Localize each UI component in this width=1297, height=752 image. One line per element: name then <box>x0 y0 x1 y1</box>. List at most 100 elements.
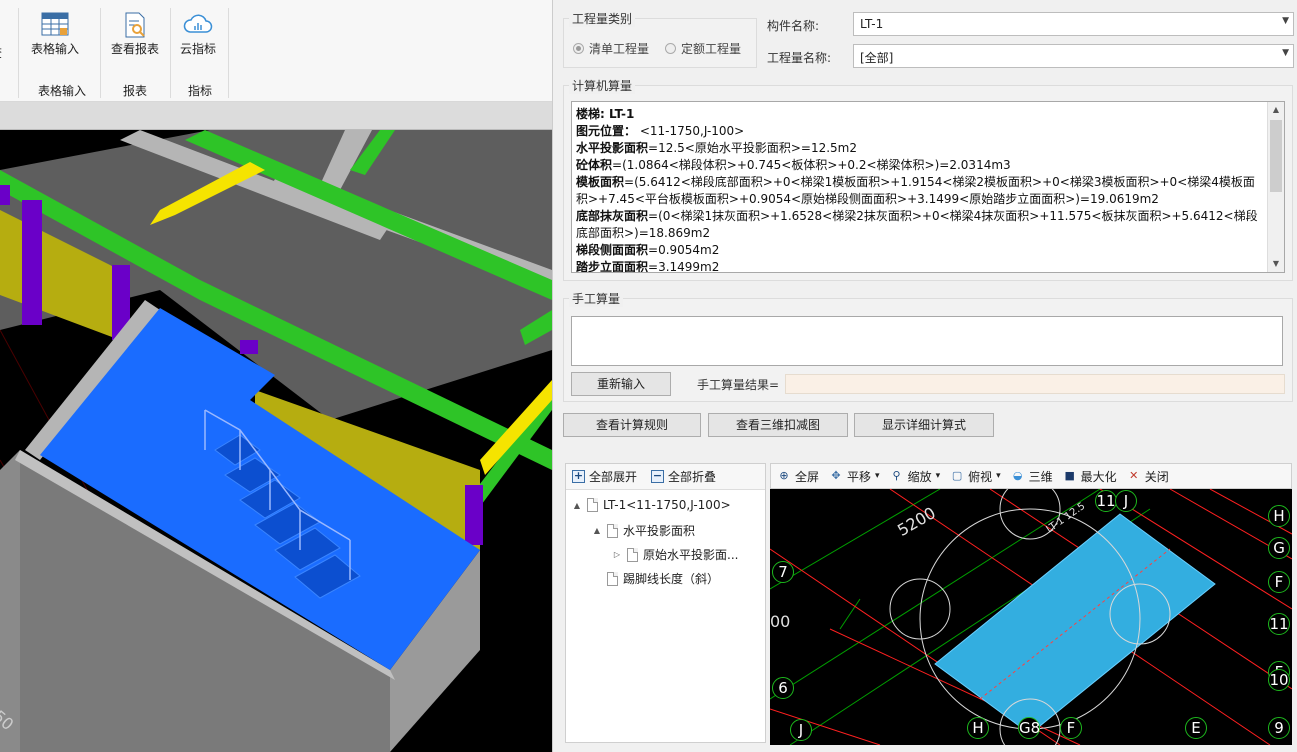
ribbon-separator <box>228 8 229 98</box>
tree-node-label: LT-1<11-1750,J-100> <box>603 498 731 512</box>
view2d-close-button[interactable]: ✕ 关闭 <box>1127 468 1169 485</box>
radio-bill-quantity[interactable]: 清单工程量 <box>573 40 649 57</box>
axis-label: H <box>967 717 989 739</box>
axis-label: H <box>1268 505 1290 527</box>
quantity-name-select[interactable]: [全部] ▼ <box>853 44 1294 68</box>
pan-icon: ✥ <box>831 469 841 482</box>
view2d-pan-button[interactable]: ✥ 平移 ▾ <box>829 468 880 485</box>
view2d-fullscreen-button[interactable]: ⊕ 全屏 <box>777 468 819 485</box>
calc-legend: 计算机算量 <box>569 77 636 94</box>
calc-line: 踏步立面面积=3.1499m2 <box>576 259 1264 273</box>
calc-line-key: 砼体积 <box>576 158 613 172</box>
scroll-down-icon[interactable]: ▼ <box>1268 256 1284 272</box>
component-name-value: LT-1 <box>860 17 884 31</box>
calc-scrollbar[interactable]: ▲ ▼ <box>1267 102 1284 272</box>
calc-line-value: =3.1499m2 <box>648 260 720 273</box>
ribbon-partial-button[interactable]: 查 <box>0 6 16 68</box>
cloud-icon <box>183 14 213 33</box>
tree-node-label: 水平投影面积 <box>623 524 696 538</box>
calc-line-key: 梯段侧面面积 <box>576 243 649 257</box>
calc-line-key: 图元位置： <box>576 124 637 138</box>
calc-line: 砼体积=(1.0864<梯段体积>+0.745<板体积>+0.2<梯梁体积>)=… <box>576 157 1264 174</box>
calc-line: 图元位置： <11-1750,J-100> <box>576 123 1264 140</box>
calc-line: 底部抹灰面积=(0<梯梁1抹灰面积>+1.6528<梯梁2抹灰面积>+0<梯梁4… <box>576 208 1264 242</box>
view-calc-rules-button[interactable]: 查看计算规则 <box>563 413 701 437</box>
view2d-zoom-button[interactable]: ⚲ 缩放 ▾ <box>890 468 941 485</box>
chevron-down-icon[interactable]: ▾ <box>996 471 1001 481</box>
toolbar-label: 俯视 <box>968 469 993 484</box>
collapse-all-button[interactable]: − 全部折叠 <box>651 468 716 485</box>
chevron-down-icon: ▼ <box>1282 16 1289 26</box>
view2d-toolbar: ⊕ 全屏 ✥ 平移 ▾ ⚲ 缩放 ▾ ▢ 俯视 ▾ ◒ 三维 ■ 最大化 ✕ 关闭 <box>770 463 1292 489</box>
chevron-down-icon: ▼ <box>1282 48 1289 58</box>
show-detail-formula-button[interactable]: 显示详细计算式 <box>854 413 994 437</box>
component-name-select[interactable]: LT-1 ▼ <box>853 12 1294 36</box>
radio-norm-quantity[interactable]: 定额工程量 <box>665 40 741 57</box>
scroll-thumb[interactable] <box>1270 120 1282 192</box>
tree-toggle-icon[interactable]: ▲ <box>592 526 602 535</box>
tree-toolbar: + 全部展开 − 全部折叠 <box>566 464 765 490</box>
tree-node[interactable]: ▲ LT-1<11-1750,J-100> <box>572 498 731 512</box>
axis-label: 11 <box>1095 490 1117 512</box>
toolbar-label: 平移 <box>847 469 872 484</box>
axis-label: 9 <box>1268 717 1290 739</box>
toolbar-label: 关闭 <box>1144 469 1169 484</box>
manual-input-textarea[interactable] <box>571 316 1283 366</box>
manual-result-label: 手工算量结果= <box>697 378 780 392</box>
cloud-index-button[interactable]: 云指标 <box>163 6 233 68</box>
ribbon-group-label: 指标 <box>187 84 212 98</box>
3d-viewport[interactable]: 50 <box>0 130 552 752</box>
member-label: LT-1 12.5 <box>1044 501 1087 536</box>
chevron-down-icon[interactable]: ▾ <box>875 471 880 481</box>
axis-label: 11 <box>1268 613 1290 635</box>
plus-icon: + <box>572 469 585 483</box>
axis-label: F <box>1268 571 1290 593</box>
ribbon-group-label: 报表 <box>122 84 147 98</box>
axis-label: J <box>790 719 812 741</box>
calc-line-value: =(5.6412<梯段底部面积>+0<梯梁1模板面积>+1.9154<梯梁2模板… <box>576 175 1255 206</box>
radio-label: 清单工程量 <box>589 42 650 56</box>
view2d-maximize-button[interactable]: ■ 最大化 <box>1063 468 1117 485</box>
tree-toggle-icon[interactable]: ▲ <box>572 501 582 510</box>
collapse-all-label: 全部折叠 <box>668 470 717 484</box>
axis-label: G8 <box>1018 717 1041 739</box>
reenter-button[interactable]: 重新输入 <box>571 372 671 396</box>
ribbon-separator <box>18 8 19 98</box>
calc-line-key: 底部抹灰面积 <box>576 209 649 223</box>
2d-plan-view[interactable]: 5200 LT-1 12.5 00 HGF11F10976J11JHG8FE <box>770 489 1292 745</box>
table-input-button[interactable]: 表格输入 <box>20 6 90 68</box>
calc-line-value: =(1.0864<梯段体积>+0.745<板体积>+0.2<梯梁体积>)=2.0… <box>612 158 1011 172</box>
view2d-3d-button[interactable]: ◒ 三维 <box>1011 468 1053 485</box>
tree-node[interactable]: ▷ 原始水平投影面... <box>612 546 738 563</box>
close-icon: ✕ <box>1129 469 1139 482</box>
scroll-up-icon[interactable]: ▲ <box>1268 102 1284 118</box>
table-icon <box>41 12 69 36</box>
fullscreen-icon: ⊕ <box>779 469 789 482</box>
top-view-icon: ▢ <box>951 469 963 482</box>
3d-icon: ◒ <box>1012 469 1023 482</box>
zoom-icon: ⚲ <box>892 469 901 482</box>
calc-line-value: <11-1750,J-100> <box>636 124 745 138</box>
tree-node[interactable]: 踢脚线长度（斜） <box>592 570 719 587</box>
dimension-text: 5200 <box>894 503 939 540</box>
expand-all-button[interactable]: + 全部展开 <box>572 468 637 485</box>
radio-dot <box>573 43 584 54</box>
document-icon <box>627 547 638 562</box>
tree-toggle-icon[interactable]: ▷ <box>612 550 622 559</box>
toolbar-label: 最大化 <box>1080 469 1117 484</box>
column <box>22 200 42 325</box>
radio-dot <box>665 43 676 54</box>
quantity-tree: + 全部展开 − 全部折叠 ▲ LT-1<11-1750,J-100> ▲ 水平投影… <box>565 463 766 743</box>
view-3d-deduction-button[interactable]: 查看三维扣减图 <box>708 413 848 437</box>
tree-node[interactable]: ▲ 水平投影面积 <box>592 522 695 539</box>
view2d-top-view-button[interactable]: ▢ 俯视 ▾ <box>950 468 1001 485</box>
axis-label: 6 <box>772 677 794 699</box>
calc-line: 模板面积=(5.6412<梯段底部面积>+0<梯梁1模板面积>+1.9154<梯… <box>576 174 1264 208</box>
chevron-down-icon[interactable]: ▾ <box>936 471 941 481</box>
calc-line: 水平投影面积=12.5<原始水平投影面积>=12.5m2 <box>576 140 1264 157</box>
3d-model-drawing: 50 <box>0 130 552 752</box>
view-report-button[interactable]: 查看报表 <box>100 6 170 68</box>
quantity-name-value: [全部] <box>860 51 894 65</box>
plan-drawing: 5200 LT-1 12.5 00 <box>770 489 1292 745</box>
calc-result-textarea[interactable]: 楼梯: LT-1 图元位置： <11-1750,J-100> 水平投影面积=12.5… <box>571 101 1285 273</box>
